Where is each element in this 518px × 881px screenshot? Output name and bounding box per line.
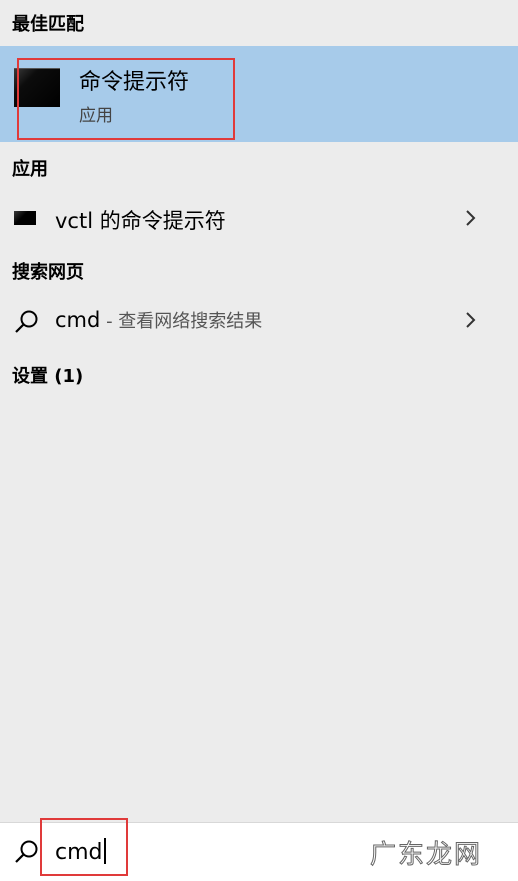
list-item-label: vctl 的命令提示符 bbox=[55, 209, 226, 233]
best-match-title: 命令提示符 bbox=[79, 70, 190, 95]
web-query-text: cmd bbox=[55, 308, 101, 332]
annotation-box-search bbox=[40, 818, 128, 876]
command-prompt-icon bbox=[14, 68, 60, 107]
command-prompt-icon bbox=[14, 211, 36, 225]
best-match-subtitle: 应用 bbox=[79, 106, 113, 126]
web-hint-text: - 查看网络搜索结果 bbox=[100, 311, 263, 332]
list-item-label: cmd - 查看网络搜索结果 bbox=[55, 307, 262, 333]
settings-header[interactable]: 设置 (1) bbox=[12, 362, 83, 388]
chevron-right-icon[interactable] bbox=[462, 310, 480, 330]
web-search-header: 搜索网页 bbox=[12, 262, 84, 283]
chevron-right-icon[interactable] bbox=[462, 208, 480, 228]
best-match-item[interactable]: 命令提示符 应用 bbox=[0, 46, 518, 142]
apps-header: 应用 bbox=[12, 159, 48, 180]
search-icon bbox=[15, 840, 38, 863]
start-search-panel: 最佳匹配 命令提示符 应用 应用 vctl 的命令提示符 搜索网页 cmd - … bbox=[0, 0, 518, 881]
list-item-vctl-command-prompt[interactable]: vctl 的命令提示符 bbox=[0, 195, 518, 241]
list-item-web-search[interactable]: cmd - 查看网络搜索结果 bbox=[0, 297, 518, 343]
search-icon bbox=[15, 310, 38, 333]
best-match-header: 最佳匹配 bbox=[12, 14, 84, 35]
watermark-text: 广东龙网 bbox=[369, 840, 482, 871]
